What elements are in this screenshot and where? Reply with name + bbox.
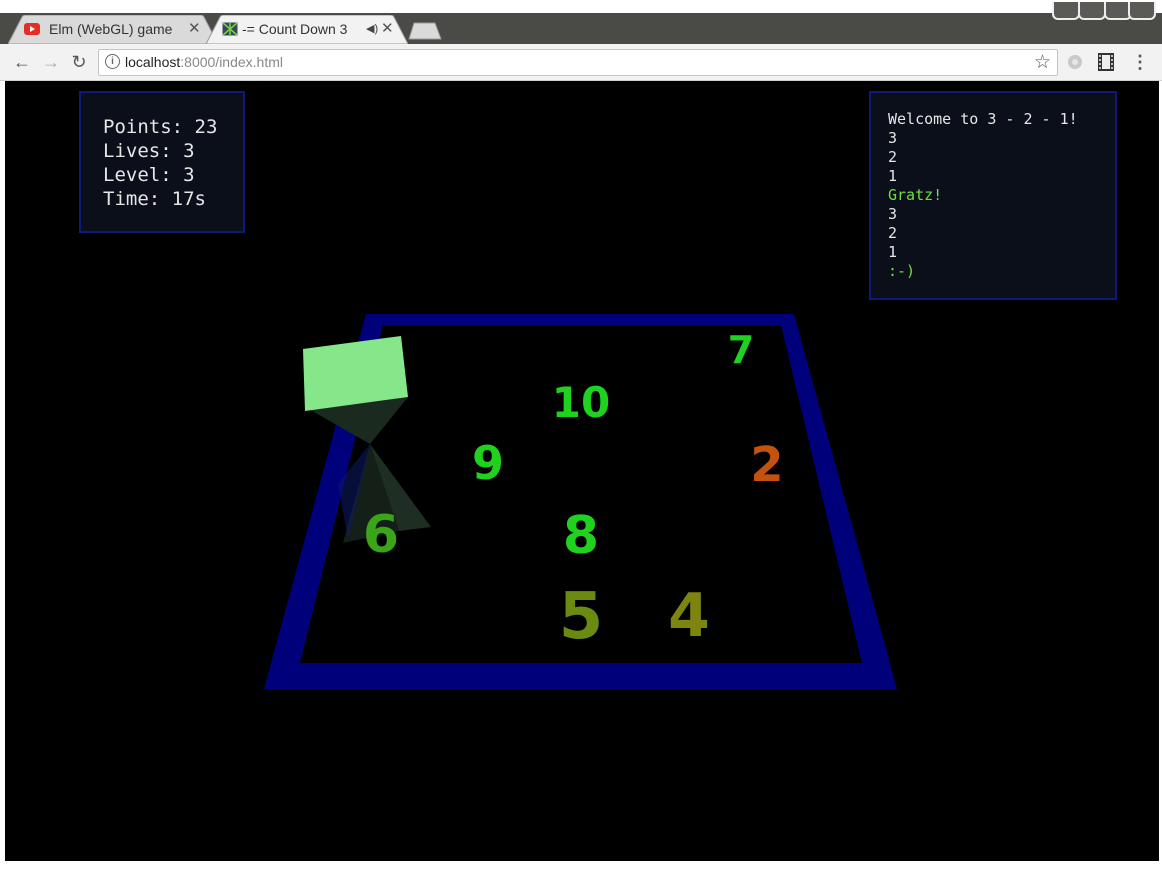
board-number: 9	[472, 436, 504, 490]
site-info-icon[interactable]: i	[105, 54, 120, 69]
board-number: 10	[552, 378, 610, 427]
title-bar	[0, 0, 1162, 13]
log-line-success: Gratz!	[888, 186, 943, 204]
log-line: 2	[888, 148, 898, 166]
board-number: 6	[363, 505, 399, 565]
log-line-success: :-)	[888, 262, 916, 280]
menu-icon[interactable]: ⋮	[1129, 51, 1151, 73]
settings-window-icon[interactable]	[1052, 2, 1080, 20]
log-line: Welcome to 3 - 2 - 1!	[888, 110, 1078, 128]
speaker-icon[interactable]: ◀)	[366, 22, 378, 35]
close-tab-icon[interactable]: ✕	[188, 19, 201, 37]
film-extension-icon[interactable]	[1098, 53, 1114, 71]
points-text: Points: 23	[103, 116, 218, 138]
time-text: Time: 17s	[103, 188, 206, 210]
youtube-icon	[24, 22, 40, 36]
board-number: 7	[728, 328, 754, 372]
url-text[interactable]: localhost:8000/index.html	[125, 54, 283, 70]
message-log: Welcome to 3 - 2 - 1! 3 2 1 Gratz! 3 2 1…	[869, 91, 1117, 300]
forward-icon[interactable]: →	[40, 51, 62, 73]
board-number: 5	[559, 580, 604, 654]
tab-elm-webgl-game[interactable]: Elm (WebGL) game ✕	[8, 15, 218, 44]
log-line: 3	[888, 129, 898, 147]
new-tab-button[interactable]	[408, 22, 442, 40]
stats-panel: Points: 23 Lives: 3 Level: 3 Time: 17s	[79, 91, 245, 233]
browser-toolbar: ← → ↻ i localhost:8000/index.html ☆ ⋮	[0, 44, 1162, 81]
tab-title: -= Count Down 3	[242, 21, 348, 37]
reload-icon[interactable]: ↻	[68, 51, 90, 73]
close-tab-icon[interactable]: ✕	[381, 19, 394, 37]
board-number: 4	[668, 581, 710, 651]
tab-strip: Elm (WebGL) game ✕ -= Count Down 3 ◀) ✕	[0, 0, 1162, 44]
log-line: 3	[888, 205, 898, 223]
log-line: 2	[888, 224, 898, 242]
window-bottom-edge	[0, 861, 1162, 874]
log-line: 1	[888, 167, 898, 185]
address-bar[interactable]: i localhost:8000/index.html ☆	[98, 49, 1058, 76]
level-text: Level: 3	[103, 164, 195, 186]
minimize-icon[interactable]	[1078, 2, 1106, 20]
lives-text: Lives: 3	[103, 140, 195, 162]
board-number: 8	[563, 506, 599, 566]
game-canvas[interactable]: 7 10 9 2 6 8 5 4 Points: 23 Lives: 3 Lev…	[5, 81, 1159, 861]
bookmark-star-icon[interactable]: ☆	[1034, 51, 1051, 74]
extension-icon[interactable]	[1066, 53, 1084, 71]
close-window-icon[interactable]	[1128, 2, 1156, 20]
board-number: 2	[750, 437, 783, 493]
tab-count-down[interactable]: -= Count Down 3 ◀) ✕	[206, 15, 408, 44]
elm-icon	[222, 22, 238, 36]
log-line: 1	[888, 243, 898, 261]
back-icon[interactable]: ←	[11, 51, 33, 73]
tab-title: Elm (WebGL) game	[49, 21, 173, 37]
